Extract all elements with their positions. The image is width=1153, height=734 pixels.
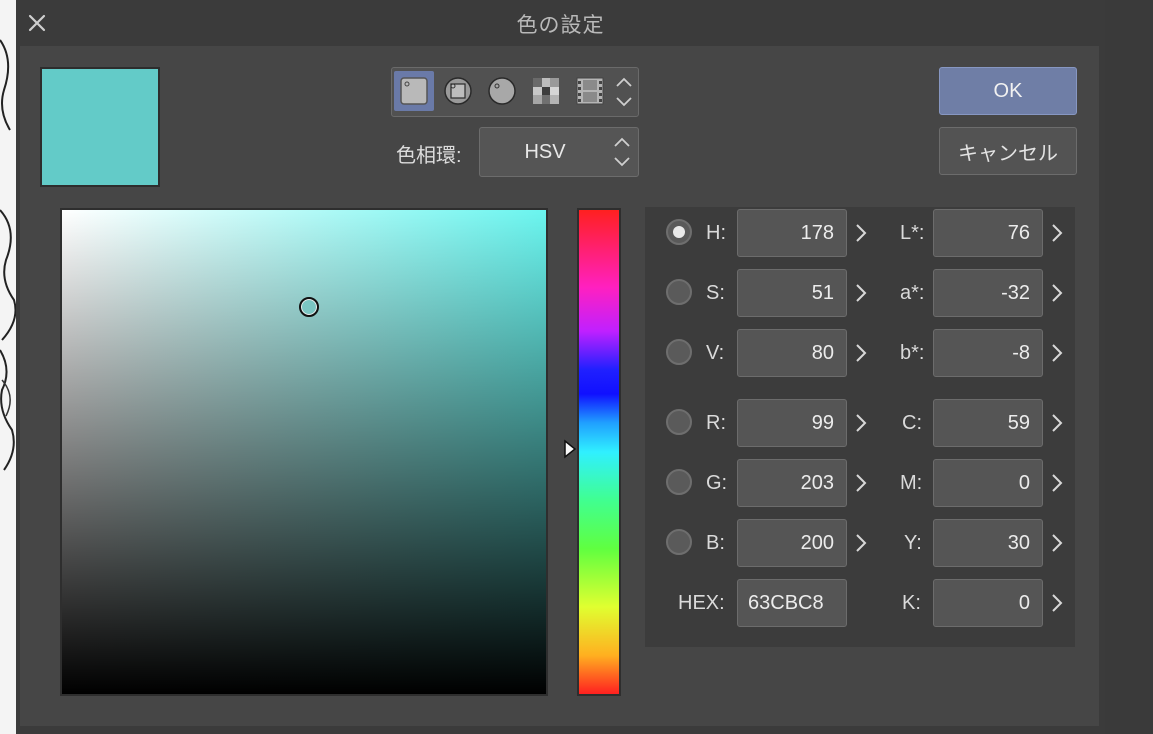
chevron-right-icon[interactable] (1050, 342, 1064, 364)
field-k[interactable]: 0 (933, 579, 1043, 627)
field-y[interactable]: 30 (933, 519, 1043, 567)
field-m[interactable]: 0 (933, 459, 1043, 507)
chevron-right-icon[interactable] (1050, 412, 1064, 434)
mode-grid-button[interactable] (526, 71, 566, 111)
label-g: G: (706, 472, 728, 494)
chevron-right-icon[interactable] (854, 222, 868, 244)
hue-ring-label: 色相環: (396, 145, 462, 167)
row-h-lstar: H: 178 L*: 76 (645, 209, 1075, 259)
row-r-c: R: 99 C: 59 (645, 399, 1075, 449)
dialog-body: 色相環: HSV OK キャンセル H: 178 L*: 76 S: 51 a*… (20, 46, 1099, 726)
chevron-right-icon[interactable] (1050, 472, 1064, 494)
chevron-right-icon[interactable] (854, 412, 868, 434)
label-r: R: (706, 412, 726, 434)
row-v-bstar: V: 80 b*: -8 (645, 329, 1075, 379)
saturation-value-square[interactable] (60, 208, 548, 696)
radio-b[interactable] (666, 529, 692, 555)
sv-cursor[interactable] (298, 296, 319, 317)
up-down-chevron-icon (616, 77, 632, 107)
radio-s[interactable] (666, 279, 692, 305)
ok-button[interactable]: OK (939, 67, 1077, 115)
label-m: M: (900, 472, 923, 494)
field-g[interactable]: 203 (737, 459, 847, 507)
field-r[interactable]: 99 (737, 399, 847, 447)
chevron-right-icon[interactable] (1050, 282, 1064, 304)
film-icon (576, 77, 604, 105)
chevron-right-icon[interactable] (1050, 532, 1064, 554)
mode-square-button[interactable] (394, 71, 434, 111)
field-lstar[interactable]: 76 (933, 209, 1043, 257)
square-palette-icon (400, 77, 428, 105)
label-astar: a*: (900, 282, 925, 304)
grid-icon (533, 78, 559, 104)
dialog-title: 色の設定 (516, 14, 605, 37)
triangle-ring-icon (444, 77, 472, 105)
chevron-right-icon[interactable] (1050, 592, 1064, 614)
radio-r[interactable] (666, 409, 692, 435)
mode-stepper[interactable] (614, 74, 634, 110)
chevron-right-icon[interactable] (854, 282, 868, 304)
current-color-preview (40, 67, 160, 187)
row-b-y: B: 200 Y: 30 (645, 519, 1075, 569)
label-k: K: (902, 592, 921, 614)
mode-circle-button[interactable] (482, 71, 522, 111)
field-h[interactable]: 178 (737, 209, 847, 257)
chevron-right-icon[interactable] (854, 342, 868, 364)
field-astar[interactable]: -32 (933, 269, 1043, 317)
field-b[interactable]: 200 (737, 519, 847, 567)
color-settings-dialog: 色の設定 色相環: HSV OK キャンセル H: 178 L*: 76 S: … (16, 0, 1105, 734)
mode-ring-button[interactable] (438, 71, 478, 111)
label-s: S: (706, 282, 725, 304)
label-lstar: L*: (900, 222, 925, 244)
cancel-button[interactable]: キャンセル (939, 127, 1077, 175)
title-bar: 色の設定 (16, 0, 1105, 46)
label-y: Y: (904, 532, 922, 554)
field-hex[interactable]: 63CBC8 (737, 579, 847, 627)
row-g-m: G: 203 M: 0 (645, 459, 1075, 509)
chevron-right-icon[interactable] (1050, 222, 1064, 244)
label-hex: HEX: (678, 592, 725, 614)
label-c: C: (902, 412, 922, 434)
color-values-panel: H: 178 L*: 76 S: 51 a*: -32 V: 80 b*: -8… (645, 207, 1075, 647)
row-s-astar: S: 51 a*: -32 (645, 269, 1075, 319)
label-h: H: (706, 222, 726, 244)
label-v: V: (706, 342, 725, 364)
chevron-right-icon[interactable] (854, 472, 868, 494)
label-bstar: b*: (900, 342, 925, 364)
up-down-chevron-icon (614, 137, 630, 167)
hue-ring-value: HSV (524, 141, 566, 163)
radio-v[interactable] (666, 339, 692, 365)
hue-ring-select[interactable]: HSV (479, 127, 639, 177)
field-v[interactable]: 80 (737, 329, 847, 377)
field-s[interactable]: 51 (737, 269, 847, 317)
hue-slider-pointer[interactable] (563, 439, 577, 459)
mode-film-button[interactable] (570, 71, 610, 111)
label-b: B: (706, 532, 725, 554)
field-bstar[interactable]: -8 (933, 329, 1043, 377)
field-c[interactable]: 59 (933, 399, 1043, 447)
triangle-right-icon (564, 439, 577, 459)
workspace-background (1105, 0, 1153, 734)
radio-h[interactable] (666, 219, 692, 245)
circle-icon (488, 77, 516, 105)
radio-g[interactable] (666, 469, 692, 495)
row-hex-k: HEX: 63CBC8 K: 0 (645, 579, 1075, 629)
picker-mode-bar (391, 67, 639, 117)
chevron-right-icon[interactable] (854, 532, 868, 554)
hue-slider[interactable] (577, 208, 621, 696)
